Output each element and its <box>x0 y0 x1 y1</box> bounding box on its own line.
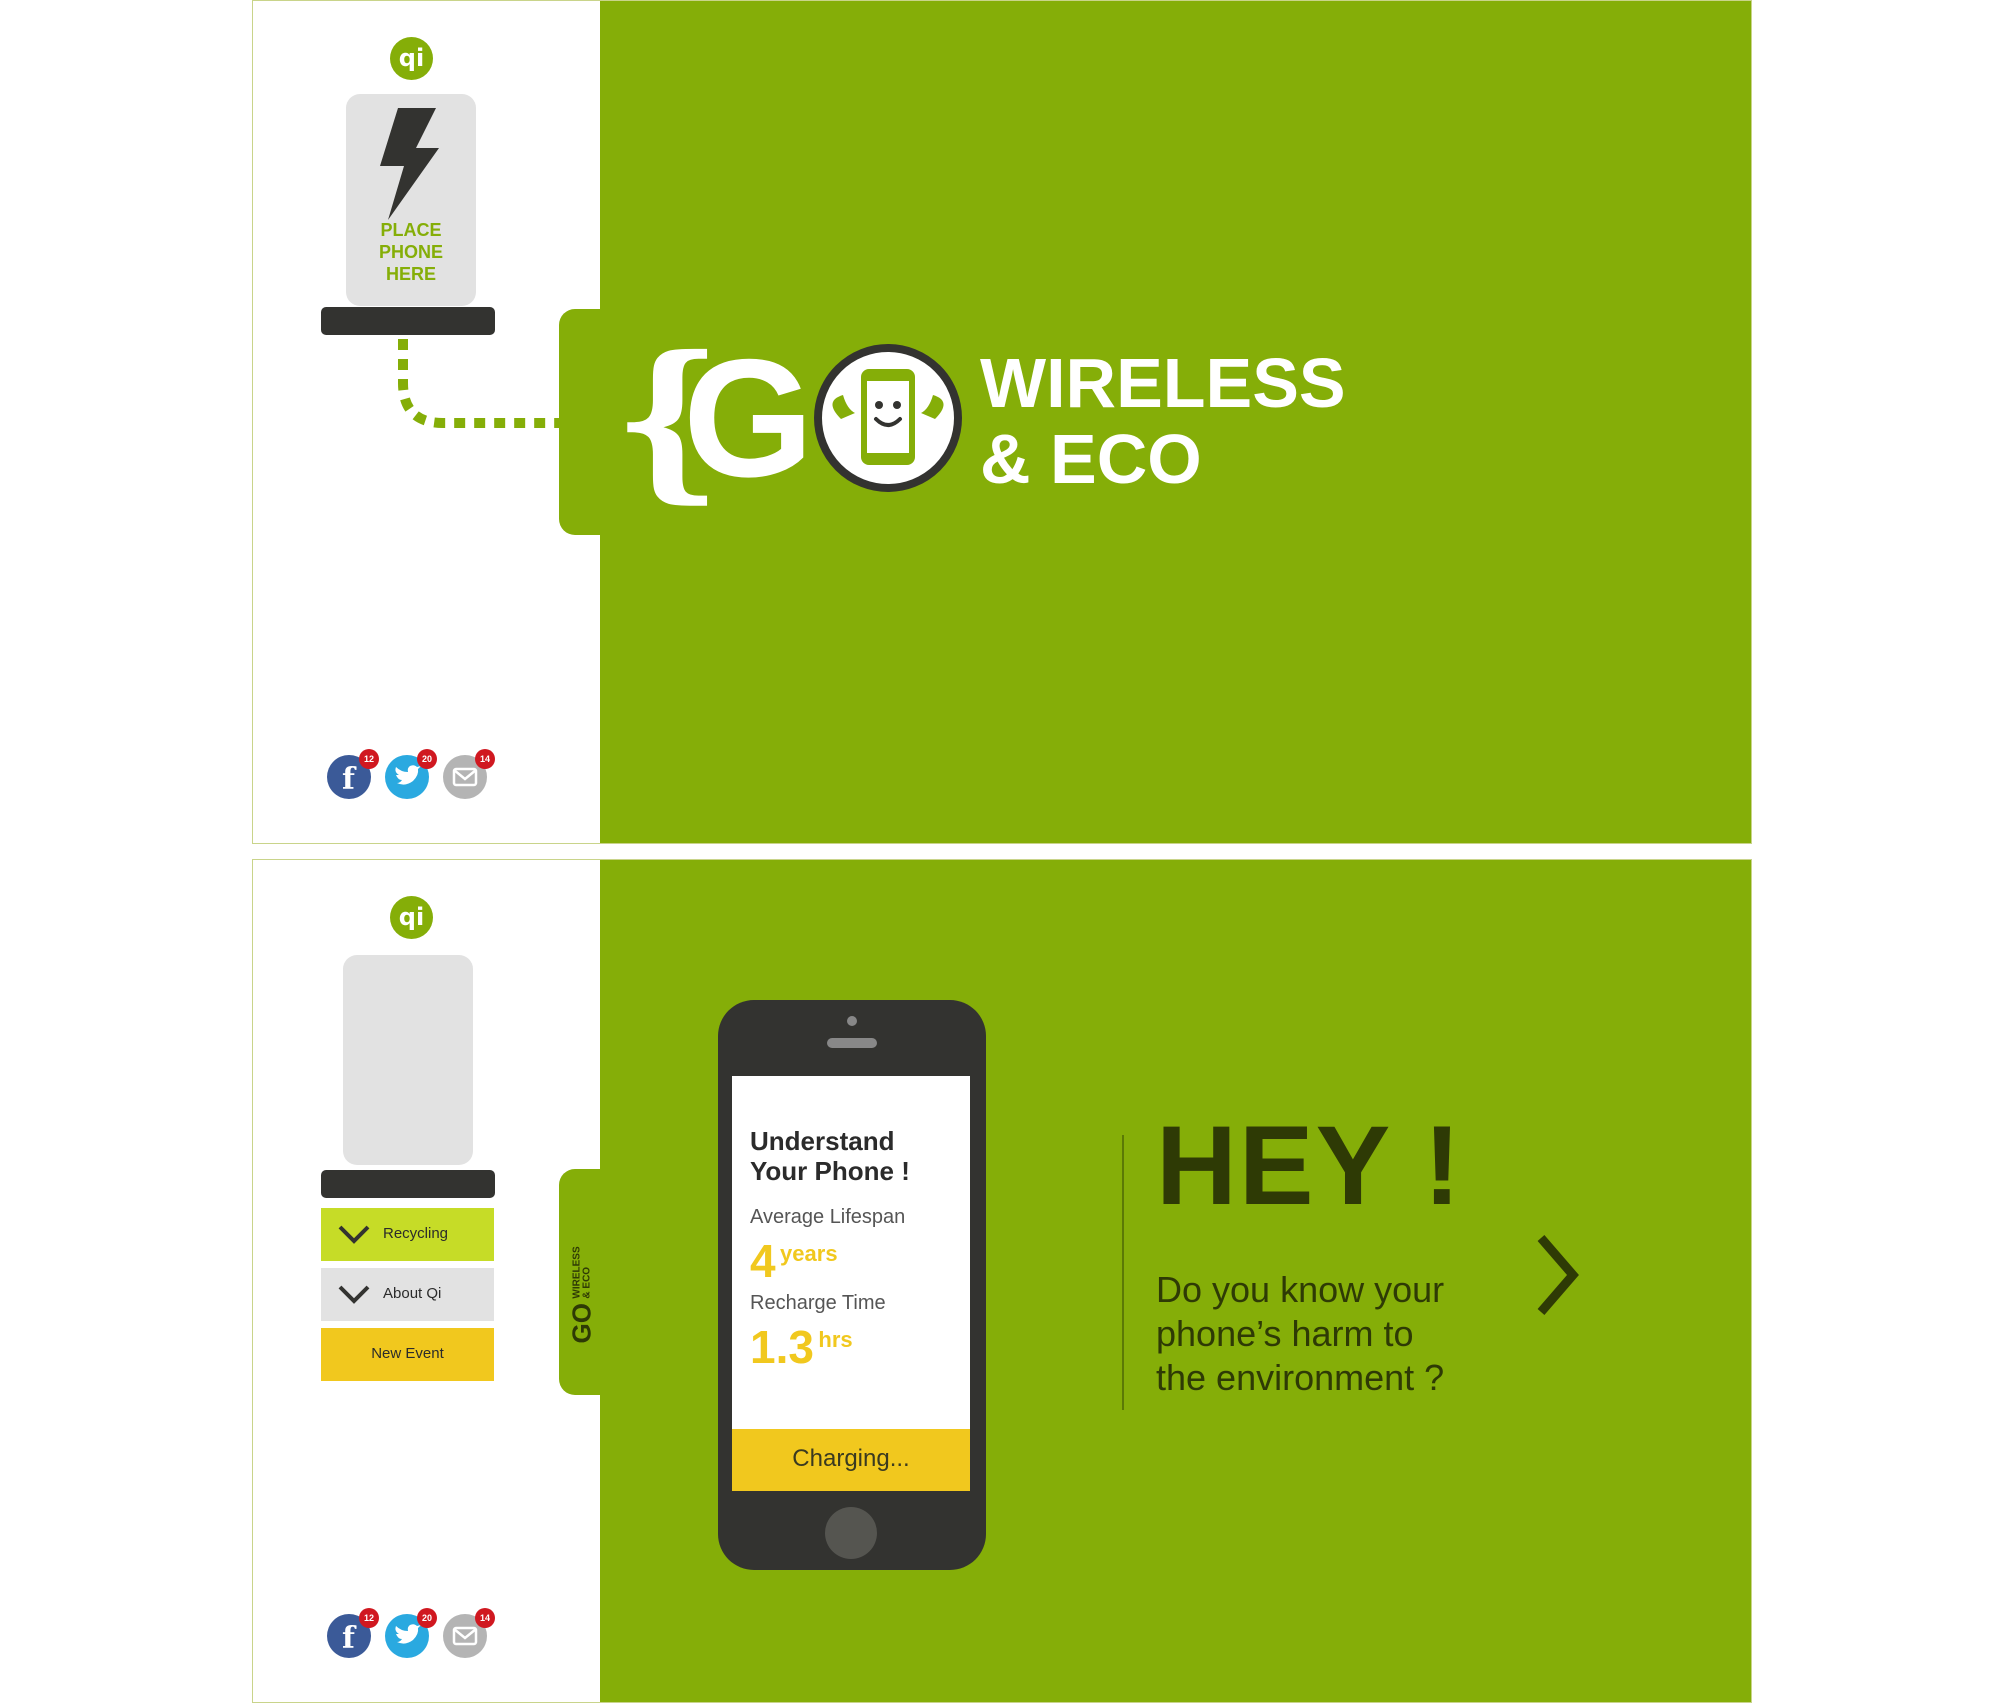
question-text: Do you know your phone’s harm to the env… <box>1156 1269 1445 1398</box>
twitter-share[interactable]: 20 <box>385 749 437 799</box>
lifespan-number: 4 <box>750 1235 776 1287</box>
recharge-unit: hrs <box>818 1327 853 1352</box>
hey-headline: HEY ! <box>1156 1103 1463 1228</box>
facebook-share[interactable]: f 12 <box>327 749 379 799</box>
side-tab[interactable]: GO WIRELESS & ECO <box>559 1169 603 1395</box>
mail-count: 14 <box>475 749 495 769</box>
menu-about-qi[interactable]: About Qi <box>321 1268 494 1321</box>
phone-illustration: Understand Your Phone ! Average Lifespan… <box>718 1000 986 1570</box>
menu-recycling[interactable]: Recycling <box>321 1208 494 1261</box>
wireless-headline: WIRELESS <box>980 344 1346 422</box>
tab-go-text: GO <box>566 1303 597 1344</box>
twitter-share[interactable]: 20 <box>385 1608 437 1658</box>
recharge-label: Recharge Time <box>750 1292 886 1314</box>
twitter-count: 20 <box>417 749 437 769</box>
eco-headline: & ECO <box>980 420 1202 498</box>
mail-share[interactable]: 14 <box>443 749 495 799</box>
menu-label: New Event <box>371 1345 444 1362</box>
lifespan-label: Average Lifespan <box>750 1206 906 1228</box>
facebook-share[interactable]: f 12 <box>327 1608 379 1658</box>
info-screen: qi Recycling About Qi New Event GO WIREL… <box>252 859 1752 1703</box>
charging-pad[interactable] <box>343 955 473 1165</box>
menu-label: About Qi <box>383 1285 442 1302</box>
qi-logo[interactable]: qi <box>390 896 433 939</box>
recharge-number: 1.3 <box>750 1321 814 1373</box>
social-bar: f 12 20 14 <box>327 1608 497 1662</box>
recharge-value: 1.3 hrs <box>750 1320 853 1374</box>
lightning-icon <box>380 108 439 220</box>
lifespan-unit: years <box>780 1241 838 1266</box>
social-bar: f 12 20 14 <box>327 749 497 803</box>
intro-screen: qi PLACE PHONE HERE { GO WIRELESS & ECO … <box>252 0 1752 844</box>
divider-line <box>1122 1135 1124 1410</box>
qi-logo[interactable]: qi <box>390 37 433 80</box>
lifespan-value: 4 years <box>750 1234 838 1288</box>
home-button <box>825 1507 877 1559</box>
chevron-down-icon <box>338 1225 370 1244</box>
mail-count: 14 <box>475 1608 495 1628</box>
chevron-down-icon <box>338 1285 370 1304</box>
facebook-count: 12 <box>359 749 379 769</box>
phone-title: Understand Your Phone ! <box>750 1126 910 1186</box>
happy-phone-icon <box>814 344 962 492</box>
facebook-count: 12 <box>359 1608 379 1628</box>
charging-base <box>321 1170 495 1198</box>
charging-pad[interactable]: PLACE PHONE HERE <box>346 94 476 306</box>
chevron-right-icon <box>1537 1235 1579 1315</box>
menu-label: Recycling <box>383 1225 449 1242</box>
twitter-count: 20 <box>417 1608 437 1628</box>
phone-camera <box>847 1016 857 1026</box>
phone-speaker <box>827 1038 877 1048</box>
pad-label: PLACE PHONE HERE <box>378 220 443 284</box>
charging-base <box>321 307 495 335</box>
mail-share[interactable]: 14 <box>443 1608 495 1658</box>
phone-screen: Understand Your Phone ! Average Lifespan… <box>732 1076 970 1491</box>
menu-new-event[interactable]: New Event <box>321 1328 494 1381</box>
charging-status: Charging... <box>732 1429 970 1491</box>
facebook-icon: f <box>342 1621 355 1656</box>
side-tab[interactable] <box>559 309 603 535</box>
tab-sub-text: WIRELESS & ECO <box>571 1246 592 1299</box>
dotted-connector <box>398 339 561 428</box>
tab-wordmark: GO WIRELESS & ECO <box>566 1218 598 1344</box>
facebook-icon: f <box>342 762 355 797</box>
next-button[interactable] <box>1531 1230 1581 1320</box>
